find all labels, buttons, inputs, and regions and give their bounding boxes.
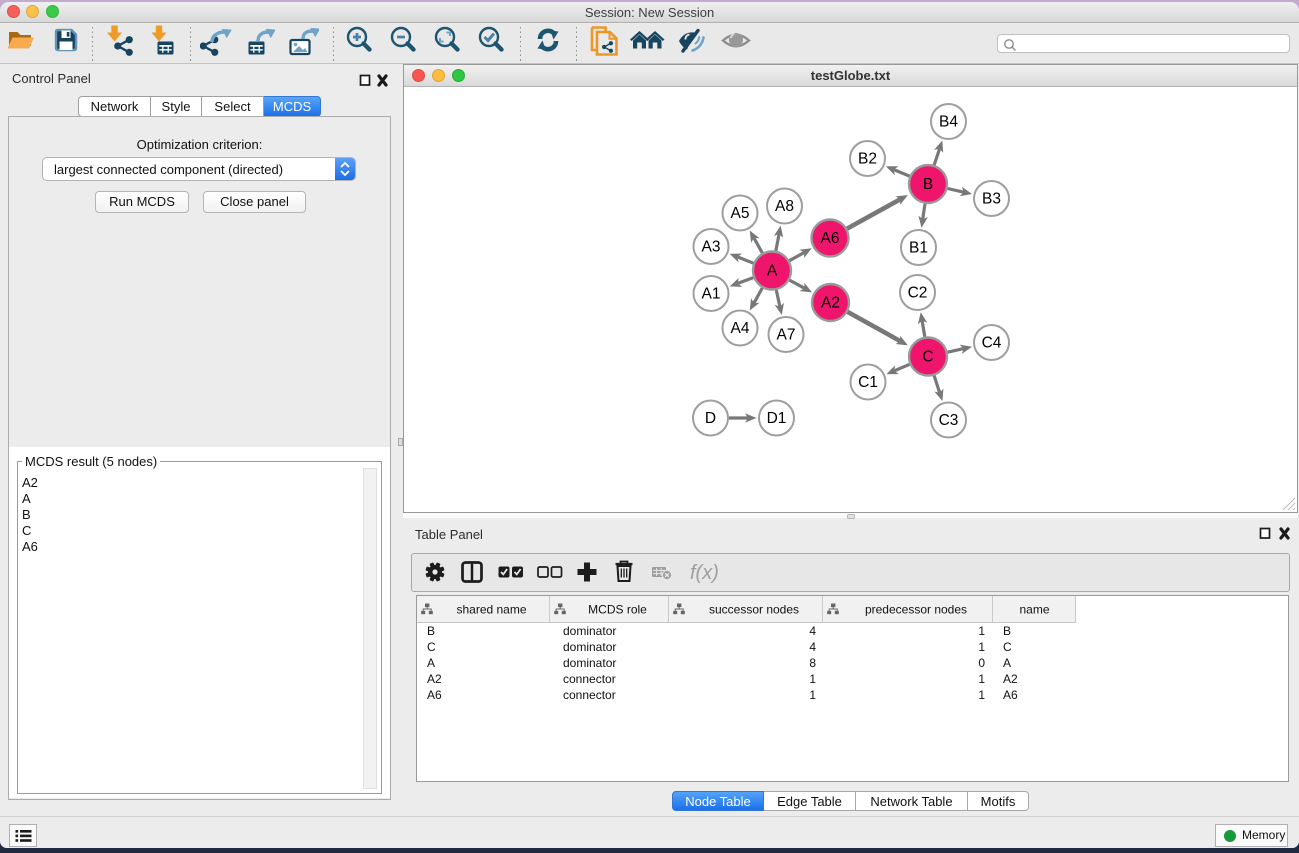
svg-text:A: A <box>427 656 435 670</box>
svg-text:successor nodes: successor nodes <box>709 603 799 617</box>
svg-text:D: D <box>705 410 716 427</box>
svg-text:1: 1 <box>809 688 816 702</box>
svg-text:B3: B3 <box>982 191 1001 208</box>
svg-text:A: A <box>1003 656 1011 670</box>
svg-text:B2: B2 <box>858 151 877 168</box>
svg-text:A3: A3 <box>702 239 721 256</box>
svg-text:0: 0 <box>978 656 985 670</box>
svg-text:C2: C2 <box>908 285 928 302</box>
svg-text:1: 1 <box>978 672 985 686</box>
svg-text:1: 1 <box>809 672 816 686</box>
svg-text:1: 1 <box>978 688 985 702</box>
svg-text:A2: A2 <box>427 672 442 686</box>
svg-text:A1: A1 <box>702 286 721 303</box>
svg-text:B1: B1 <box>909 240 928 257</box>
svg-text:1: 1 <box>978 640 985 654</box>
svg-text:C: C <box>1003 640 1012 654</box>
svg-text:A6: A6 <box>821 230 840 247</box>
svg-text:8: 8 <box>809 656 816 670</box>
svg-text:shared name: shared name <box>456 603 526 617</box>
svg-text:B4: B4 <box>939 114 958 131</box>
svg-text:MCDS role: MCDS role <box>588 603 647 617</box>
svg-text:D1: D1 <box>767 410 787 427</box>
svg-text:dominator: dominator <box>563 624 616 638</box>
svg-text:C: C <box>427 640 436 654</box>
svg-text:C1: C1 <box>858 374 878 391</box>
svg-text:predecessor nodes: predecessor nodes <box>865 603 967 617</box>
svg-text:A8: A8 <box>775 198 794 215</box>
svg-text:B: B <box>427 624 435 638</box>
svg-text:connector: connector <box>563 688 616 702</box>
svg-text:C: C <box>922 349 933 366</box>
svg-text:connector: connector <box>563 672 616 686</box>
svg-text:A: A <box>767 263 778 280</box>
svg-text:A2: A2 <box>1003 672 1018 686</box>
svg-text:C4: C4 <box>982 335 1002 352</box>
svg-text:dominator: dominator <box>563 656 616 670</box>
svg-text:A4: A4 <box>731 320 750 337</box>
svg-text:4: 4 <box>809 640 816 654</box>
svg-text:A7: A7 <box>777 327 796 344</box>
svg-text:f(x): f(x) <box>690 562 719 584</box>
svg-text:4: 4 <box>809 624 816 638</box>
svg-text:B: B <box>1003 624 1011 638</box>
svg-text:A2: A2 <box>821 295 840 312</box>
svg-text:A6: A6 <box>1003 688 1018 702</box>
svg-text:A6: A6 <box>427 688 442 702</box>
svg-text:name: name <box>1019 603 1049 617</box>
svg-text:dominator: dominator <box>563 640 616 654</box>
svg-text:B: B <box>923 176 933 193</box>
svg-text:A5: A5 <box>731 205 750 222</box>
svg-text:C3: C3 <box>939 412 959 429</box>
svg-text:1: 1 <box>978 624 985 638</box>
